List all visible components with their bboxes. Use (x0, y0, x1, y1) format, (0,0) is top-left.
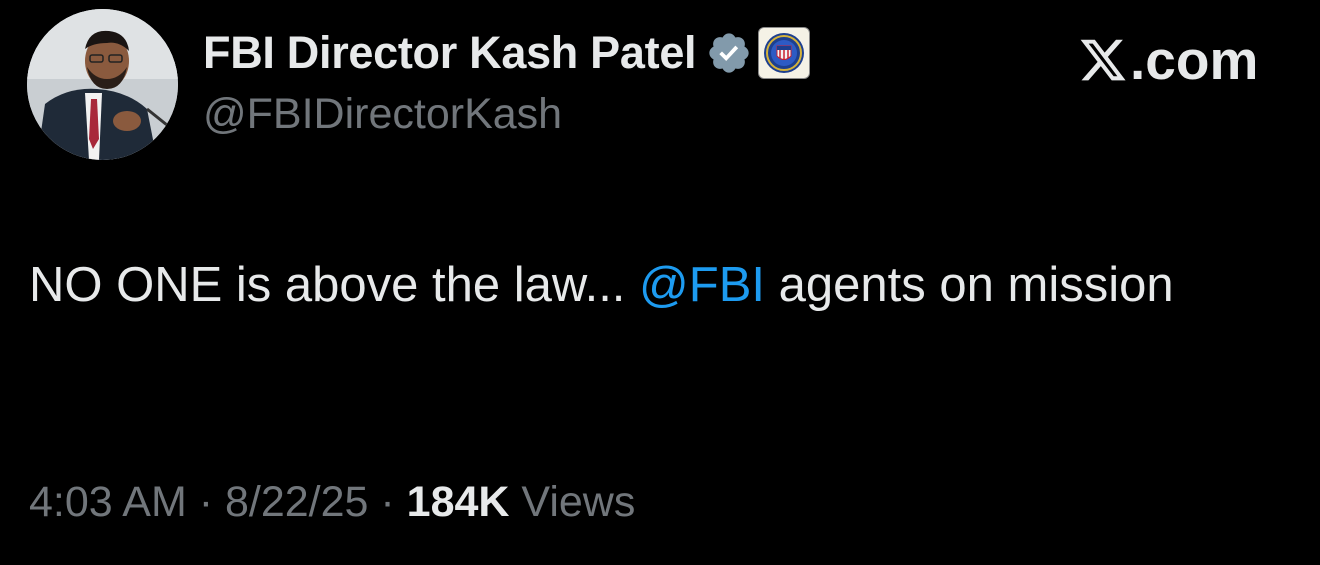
mention-link[interactable]: @FBI (639, 258, 765, 312)
views-label: Views (509, 478, 636, 526)
tweet-text-end: agents on mission (765, 258, 1174, 312)
views-count[interactable]: 184K (407, 478, 510, 526)
site-logo-text: .com (1130, 29, 1259, 91)
tweet-metadata: 4:03 AM · 8/22/25 · 184K Views (29, 478, 635, 527)
avatar-photo (27, 9, 178, 160)
tweet-text: NO ONE is above the law... @FBI agents o… (29, 248, 1289, 322)
author-handle[interactable]: @FBIDirectorKash (203, 90, 562, 139)
display-name[interactable]: FBI Director Kash Patel (203, 27, 697, 79)
fbi-seal-graphic (764, 33, 805, 73)
fbi-seal-icon[interactable] (758, 27, 811, 79)
meta-separator: · (368, 478, 407, 526)
verified-check-icon[interactable] (706, 30, 752, 76)
tweet-text-start: NO ONE is above the law... (29, 258, 640, 312)
tweet-date[interactable]: 8/22/25 (225, 478, 368, 526)
avatar[interactable] (27, 9, 178, 160)
tweet-time[interactable]: 4:03 AM (29, 478, 187, 526)
author-name-row: FBI Director Kash Patel (203, 24, 811, 82)
x-logo-icon (1080, 39, 1126, 81)
meta-separator: · (186, 478, 225, 526)
site-logo: .com (1078, 28, 1258, 92)
